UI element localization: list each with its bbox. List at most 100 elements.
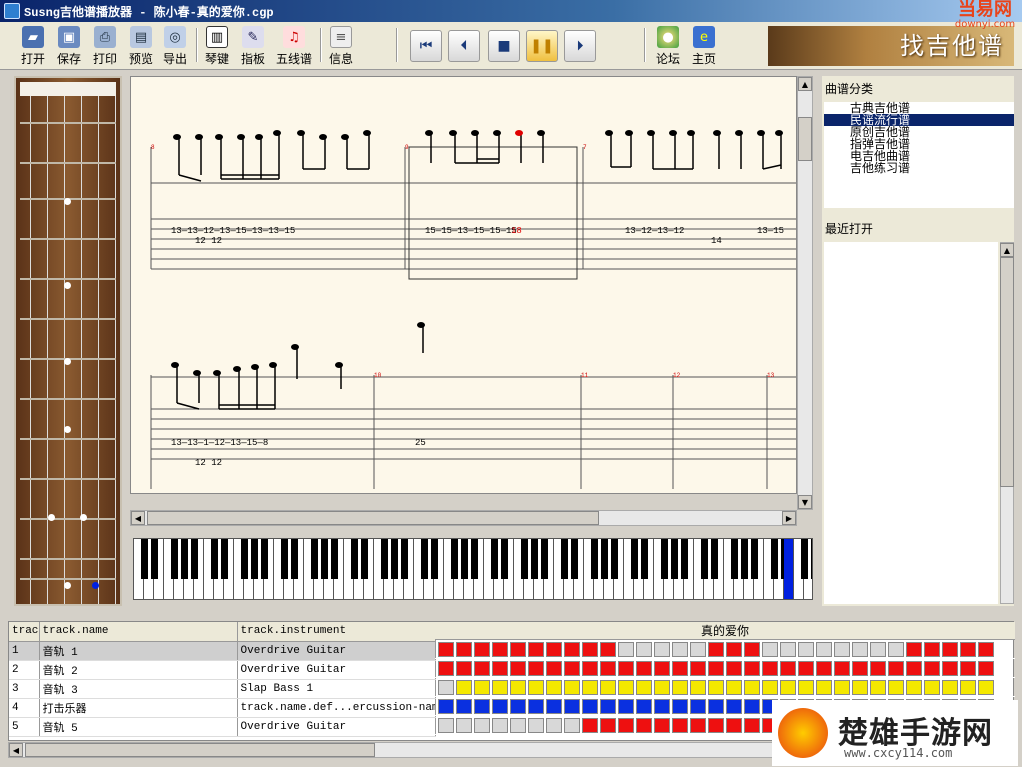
pause-button[interactable]: ❚❚ bbox=[526, 30, 558, 62]
preview-button[interactable]: ▤ 预览 bbox=[124, 26, 158, 66]
timeline-cell[interactable] bbox=[582, 661, 598, 676]
piano-black-key[interactable] bbox=[221, 539, 228, 579]
timeline-cell[interactable] bbox=[582, 718, 598, 733]
piano-black-key[interactable] bbox=[631, 539, 638, 579]
timeline-cell[interactable] bbox=[690, 642, 706, 657]
timeline-cell[interactable] bbox=[474, 661, 490, 676]
timeline-cell[interactable] bbox=[744, 661, 760, 676]
timeline-cell[interactable] bbox=[600, 642, 616, 657]
timeline-cell[interactable] bbox=[582, 680, 598, 695]
timeline-cell[interactable] bbox=[744, 699, 760, 714]
piano-black-key[interactable] bbox=[291, 539, 298, 579]
timeline-cell[interactable] bbox=[564, 642, 580, 657]
timeline-cell[interactable] bbox=[816, 680, 832, 695]
timeline-cell[interactable] bbox=[618, 699, 634, 714]
timeline-cell[interactable] bbox=[726, 661, 742, 676]
timeline-cell[interactable] bbox=[456, 661, 472, 676]
timeline-cell[interactable] bbox=[582, 699, 598, 714]
timeline-cell[interactable] bbox=[600, 661, 616, 676]
timeline-cell[interactable] bbox=[780, 661, 796, 676]
scroll-thumb[interactable] bbox=[147, 511, 599, 525]
piano-black-key[interactable] bbox=[671, 539, 678, 579]
timeline-cell[interactable] bbox=[924, 642, 940, 657]
scroll-up-icon[interactable]: ▲ bbox=[798, 77, 812, 91]
timeline-cell[interactable] bbox=[816, 661, 832, 676]
piano-black-key[interactable] bbox=[351, 539, 358, 579]
timeline-cell[interactable] bbox=[672, 699, 688, 714]
table-row[interactable]: 5 音轨 5 Overdrive Guitar bbox=[9, 717, 436, 737]
piano-black-key[interactable] bbox=[421, 539, 428, 579]
timeline-cell[interactable] bbox=[834, 680, 850, 695]
piano-black-key[interactable] bbox=[311, 539, 318, 579]
piano-black-key[interactable] bbox=[741, 539, 748, 579]
timeline-cell[interactable] bbox=[600, 699, 616, 714]
timeline-cell[interactable] bbox=[438, 699, 454, 714]
piano-black-key[interactable] bbox=[681, 539, 688, 579]
piano-black-key[interactable] bbox=[331, 539, 338, 579]
timeline-cell[interactable] bbox=[960, 680, 976, 695]
timeline-cell[interactable] bbox=[888, 680, 904, 695]
timeline-cell[interactable] bbox=[456, 680, 472, 695]
timeline-cell[interactable] bbox=[690, 661, 706, 676]
timeline-cell[interactable] bbox=[690, 680, 706, 695]
timeline-cell[interactable] bbox=[672, 718, 688, 733]
timeline-cell[interactable] bbox=[654, 718, 670, 733]
piano-black-key[interactable] bbox=[611, 539, 618, 579]
timeline-cell[interactable] bbox=[924, 680, 940, 695]
timeline-cell[interactable] bbox=[798, 642, 814, 657]
piano-black-key[interactable] bbox=[171, 539, 178, 579]
timeline-cell[interactable] bbox=[528, 699, 544, 714]
timeline-cell[interactable] bbox=[546, 718, 562, 733]
timeline-cell[interactable] bbox=[726, 718, 742, 733]
timeline-cell[interactable] bbox=[618, 642, 634, 657]
recent-scrollbar[interactable]: ▲ bbox=[1000, 242, 1014, 604]
piano-black-key[interactable] bbox=[361, 539, 368, 579]
score-view[interactable]: 8 9 7 10 11 12 13 13—13—12—13—15—13—13—1… bbox=[130, 76, 797, 494]
piano-black-key[interactable] bbox=[731, 539, 738, 579]
scroll-thumb[interactable] bbox=[1000, 257, 1014, 487]
timeline-cell[interactable] bbox=[564, 661, 580, 676]
timeline-cell[interactable] bbox=[474, 718, 490, 733]
table-row[interactable]: 2 音轨 2 Overdrive Guitar bbox=[9, 660, 436, 680]
timeline-cell[interactable] bbox=[636, 642, 652, 657]
piano-black-key[interactable] bbox=[391, 539, 398, 579]
piano-black-key[interactable] bbox=[381, 539, 388, 579]
piano-black-key[interactable] bbox=[601, 539, 608, 579]
timeline-cell[interactable] bbox=[780, 680, 796, 695]
timeline-cell[interactable] bbox=[654, 642, 670, 657]
piano-black-key[interactable] bbox=[641, 539, 648, 579]
timeline-cell[interactable] bbox=[672, 680, 688, 695]
timeline-cell[interactable] bbox=[708, 680, 724, 695]
piano-black-key[interactable] bbox=[261, 539, 268, 579]
category-item[interactable]: 吉他练习谱 bbox=[824, 162, 1014, 174]
skip-start-button[interactable]: ⏮ bbox=[410, 30, 442, 62]
piano-black-key[interactable] bbox=[661, 539, 668, 579]
timeline-cell[interactable] bbox=[978, 642, 994, 657]
timeline-cell[interactable] bbox=[834, 642, 850, 657]
table-row[interactable]: 3 音轨 3 Slap Bass 1 bbox=[9, 679, 436, 699]
piano-black-key[interactable] bbox=[491, 539, 498, 579]
timeline-cell[interactable] bbox=[744, 642, 760, 657]
piano-black-key[interactable] bbox=[461, 539, 468, 579]
piano-black-key[interactable] bbox=[141, 539, 148, 579]
timeline-cell[interactable] bbox=[834, 661, 850, 676]
timeline-cell[interactable] bbox=[438, 680, 454, 695]
timeline-cell[interactable] bbox=[708, 642, 724, 657]
timeline-cell[interactable] bbox=[528, 642, 544, 657]
timeline-cell[interactable] bbox=[510, 718, 526, 733]
timeline-cell[interactable] bbox=[528, 661, 544, 676]
table-row[interactable]: 4 打击乐器 track.name.def...ercussion-name bbox=[9, 698, 436, 718]
recent-list[interactable] bbox=[824, 242, 998, 604]
timeline-cell[interactable] bbox=[474, 680, 490, 695]
timeline-cell[interactable] bbox=[816, 642, 832, 657]
piano-black-key[interactable] bbox=[561, 539, 568, 579]
timeline-cell[interactable] bbox=[636, 661, 652, 676]
piano-black-key[interactable] bbox=[751, 539, 758, 579]
scroll-left-icon[interactable]: ◀ bbox=[131, 511, 145, 525]
timeline-cell[interactable] bbox=[708, 661, 724, 676]
timeline-cell[interactable] bbox=[618, 718, 634, 733]
homepage-button[interactable]: e 主页 bbox=[688, 26, 720, 66]
forum-button[interactable]: ● 论坛 bbox=[652, 26, 684, 66]
scroll-right-icon[interactable]: ▶ bbox=[782, 511, 796, 525]
timeline-cell[interactable] bbox=[546, 699, 562, 714]
